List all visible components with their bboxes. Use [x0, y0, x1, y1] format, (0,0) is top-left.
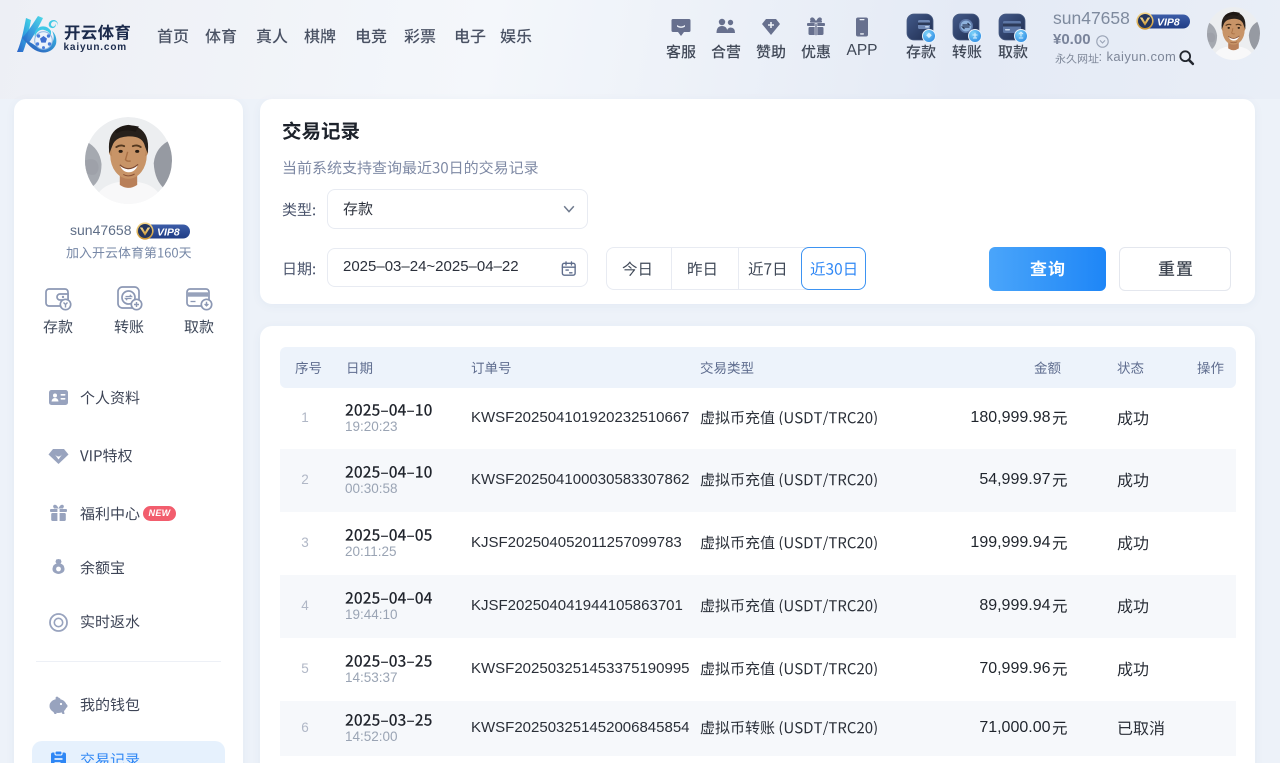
svg-text:VIP8: VIP8 [1157, 16, 1180, 28]
svg-text:VIP8: VIP8 [157, 226, 180, 238]
